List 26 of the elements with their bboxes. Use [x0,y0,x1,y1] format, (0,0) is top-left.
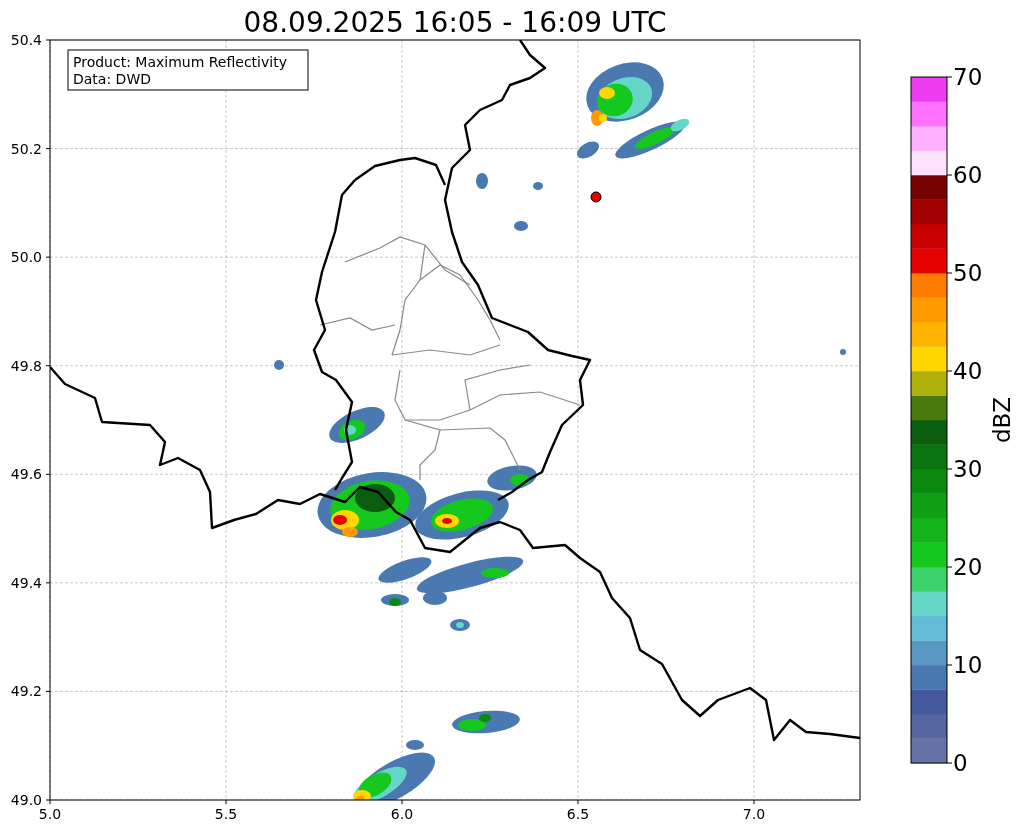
tick-label: 49.2 [10,683,42,700]
tick-label: 49.4 [10,574,42,591]
tick-label: 5.0 [38,806,62,822]
tick-label: 49.0 [10,792,42,808]
chart-title: 08.09.2025 16:05 - 16:09 UTC [243,6,667,39]
info-text: Data: DWD [73,71,151,87]
tick-label: 6.5 [566,806,590,822]
tick-label: 50.0 [10,249,42,266]
tick-label: 6.0 [390,806,414,822]
colorbar-tick-label: 50 [953,260,983,286]
colorbar-tick-label: 70 [953,64,983,90]
colorbar-tick-label: 0 [953,750,968,776]
tick-label: 50.4 [10,32,42,48]
colorbar-label: dBZ [989,396,1015,444]
colorbar-tick-label: 30 [953,456,983,482]
colorbar-tick-label: 20 [953,554,983,580]
tick-label: 7.0 [742,806,766,822]
tick-label: 49.6 [10,466,42,483]
colorbar-tick-label: 40 [953,358,983,384]
info-text: Product: Maximum Reflectivity [73,54,287,70]
tick-label: 5.5 [214,806,238,822]
colorbar-tick-label: 10 [953,652,983,678]
tick-label: 49.8 [10,357,42,374]
tick-label: 50.2 [10,140,42,157]
colorbar-tick-label: 60 [953,162,983,188]
location-marker [590,191,602,203]
